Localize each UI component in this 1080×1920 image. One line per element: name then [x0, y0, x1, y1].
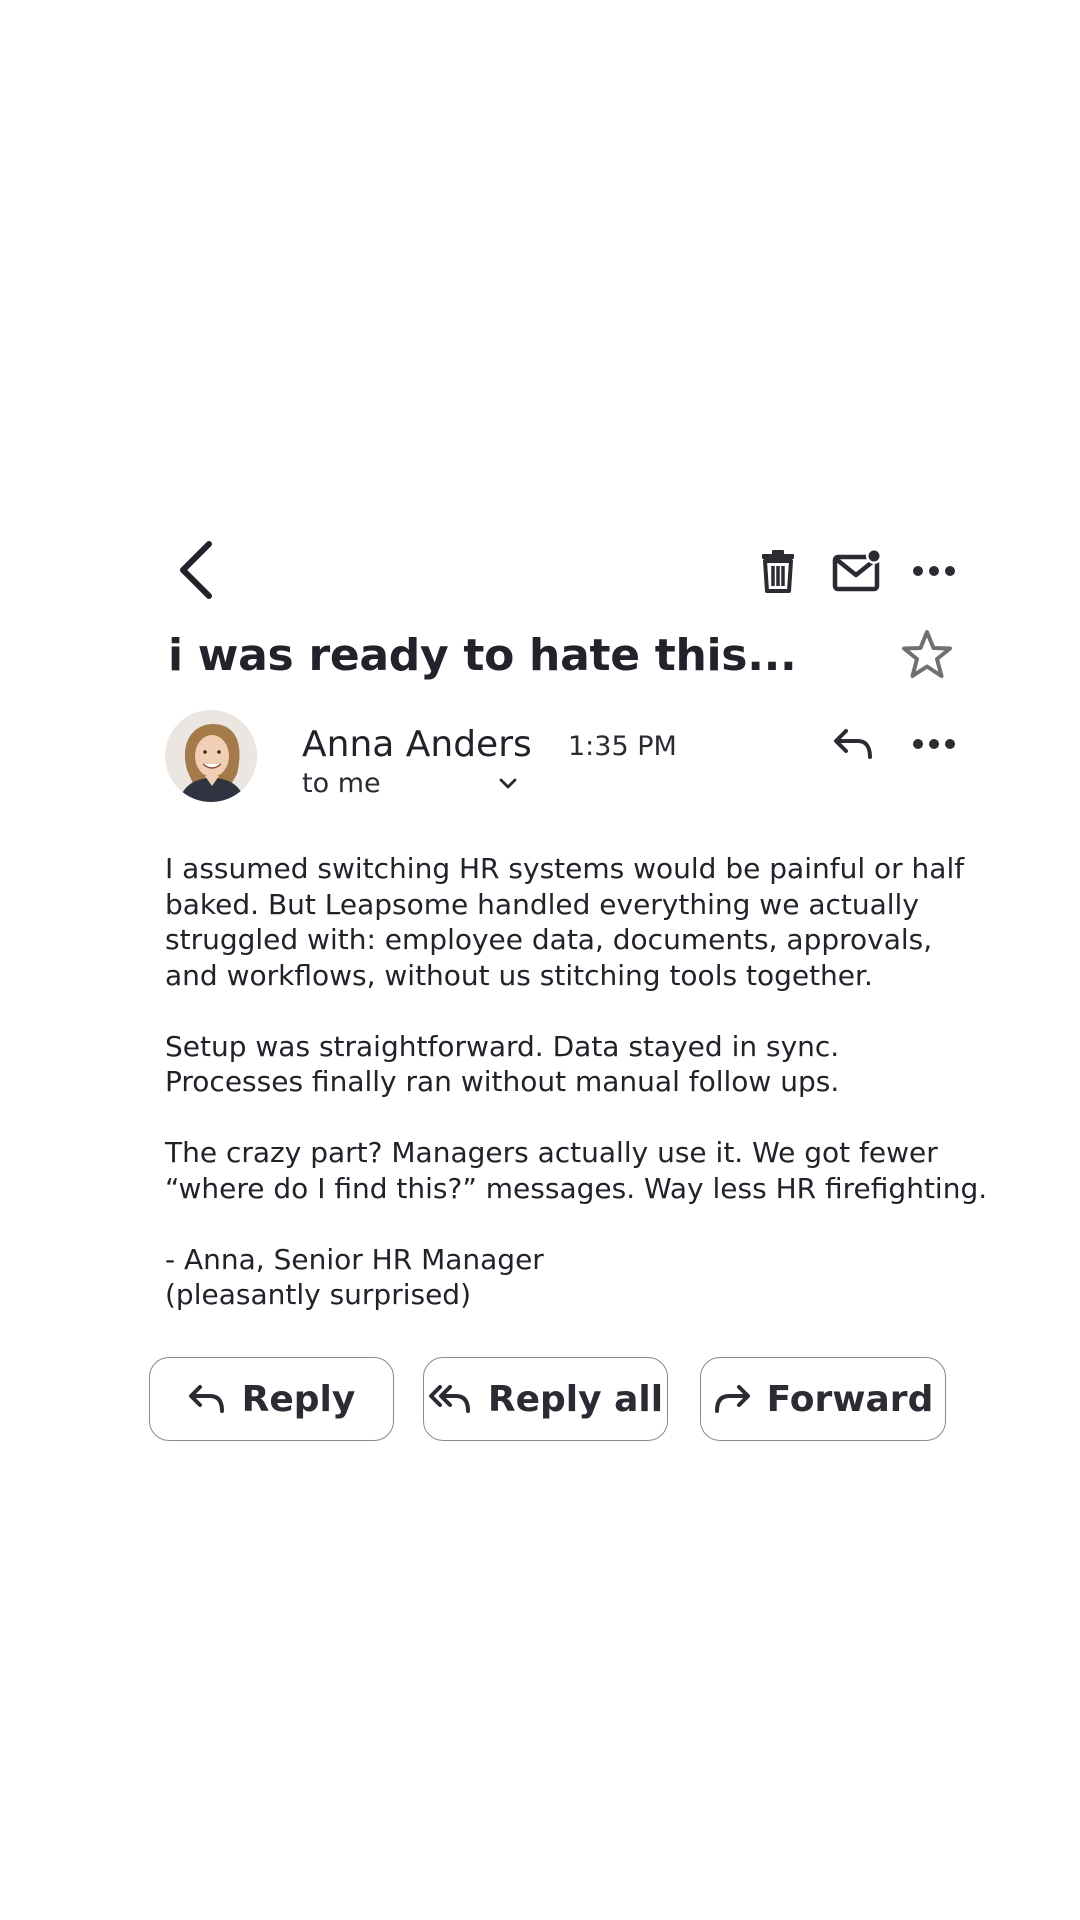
avatar-photo [165, 710, 257, 802]
sender-avatar[interactable] [165, 710, 257, 802]
reply-icon [188, 1385, 224, 1413]
mail-unread-icon [832, 548, 882, 592]
star-icon [902, 630, 952, 678]
body-paragraph: The crazy part? Managers actually use it… [165, 1135, 988, 1206]
body-line: and workflows, without us stitching tool… [165, 958, 873, 992]
reply-all-button-label: Reply all [487, 1378, 664, 1420]
body-line: The crazy part? Managers actually use it… [165, 1136, 938, 1169]
signature: - Anna, Senior HR Manager (pleasantly su… [165, 1242, 965, 1313]
body-paragraph: I assumed switching HR systems would be … [165, 851, 965, 993]
message-more-button[interactable] [906, 719, 962, 769]
reply-all-button[interactable]: Reply all [423, 1357, 668, 1441]
more-options-button[interactable] [906, 543, 962, 599]
forward-button[interactable]: Forward [700, 1357, 946, 1441]
body-line: baked. But Leapsome handled everything w… [165, 887, 919, 921]
star-button[interactable] [897, 625, 957, 685]
more-horizontal-icon [913, 566, 955, 576]
sender-name[interactable]: Anna Anders [302, 721, 532, 769]
email-body: I assumed switching HR systems would be … [165, 851, 988, 1313]
more-horizontal-icon [913, 739, 955, 749]
delete-button[interactable] [750, 543, 806, 599]
trash-icon [762, 550, 794, 593]
body-paragraph: Setup was straightforward. Data stayed i… [165, 1029, 965, 1100]
body-line: I assumed switching HR systems would be … [165, 852, 965, 885]
reply-icon [834, 729, 872, 759]
signature-line: (pleasantly surprised) [165, 1278, 472, 1311]
recipient-label: to me [302, 768, 381, 799]
forward-icon [714, 1385, 750, 1413]
reply-icon-button[interactable] [825, 719, 881, 769]
body-line: Setup was straightforward. Data stayed i… [165, 1029, 840, 1063]
email-time: 1:35 PM [568, 731, 677, 762]
email-subject: i was ready to hate this... [168, 630, 797, 681]
reply-button-label: Reply [241, 1378, 356, 1420]
body-line: “where do I find this?” messages. Way le… [165, 1171, 988, 1205]
reply-all-icon [428, 1385, 470, 1413]
expand-details-button[interactable] [496, 772, 520, 796]
signature-line: - Anna, Senior HR Manager [165, 1242, 544, 1276]
forward-button-label: Forward [766, 1378, 934, 1420]
body-line: Processes finally ran without manual fol… [165, 1065, 840, 1098]
chevron-down-icon [499, 778, 517, 789]
mark-unread-button[interactable] [830, 543, 886, 599]
chevron-left-icon [180, 541, 212, 599]
reply-button[interactable]: Reply [149, 1357, 394, 1441]
back-button[interactable] [165, 535, 225, 605]
body-line: struggled with: employee data, documents… [165, 923, 933, 956]
